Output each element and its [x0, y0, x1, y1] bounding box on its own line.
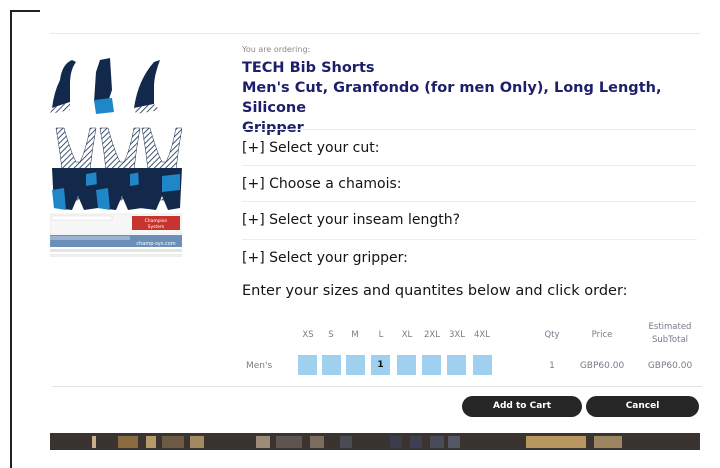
qty-header: Qty — [544, 330, 560, 340]
row-price: GBP60.00 — [579, 361, 625, 371]
size-input-3xl[interactable] — [447, 355, 466, 375]
size-input-2xl[interactable] — [422, 355, 441, 375]
size-instructions: Enter your sizes and quantites below and… — [242, 283, 628, 299]
price-header: Price — [591, 330, 613, 340]
svg-text:Champion: Champion — [145, 218, 168, 224]
background-content-strip — [50, 433, 700, 450]
size-input-xl[interactable] — [397, 355, 416, 375]
svg-text:System: System — [148, 224, 165, 230]
size-header-l: L — [378, 330, 384, 340]
add-to-cart-button[interactable]: Add to Cart — [462, 396, 582, 417]
product-options-summary: Men's Cut, Granfondo (for men Only), Lon… — [242, 80, 662, 116]
row-subtotal: GBP60.00 — [647, 361, 693, 371]
size-input-4xl[interactable] — [473, 355, 492, 375]
size-header-xs: XS — [302, 330, 314, 340]
size-input-l[interactable]: 1 — [371, 355, 390, 375]
corner-frame — [10, 10, 40, 468]
size-input-xs[interactable] — [298, 355, 317, 375]
size-header-4xl: 4XL — [474, 330, 490, 340]
bottom-divider — [52, 386, 702, 387]
ordering-label: You are ordering: — [242, 45, 311, 54]
cancel-button[interactable]: Cancel — [586, 396, 699, 417]
size-header-2xl: 2XL — [424, 330, 440, 340]
row-qty: 1 — [549, 361, 555, 371]
product-title: TECH Bib Shorts Men's Cut, Granfondo (fo… — [242, 58, 707, 138]
select-gripper-toggle[interactable]: [+] Select your gripper: — [242, 239, 697, 275]
size-header-m: M — [351, 330, 359, 340]
select-inseam-toggle[interactable]: [+] Select your inseam length? — [242, 201, 697, 237]
product-design-image: Champion System champ-sys.com — [49, 50, 183, 262]
size-input-m[interactable] — [346, 355, 365, 375]
select-cut-toggle[interactable]: [+] Select your cut: — [242, 129, 697, 165]
subtotal-header: Estimated SubTotal — [648, 322, 692, 345]
svg-text:champ-sys.com: champ-sys.com — [136, 241, 175, 247]
size-header-3xl: 3XL — [449, 330, 465, 340]
size-input-s[interactable] — [322, 355, 341, 375]
row-label-mens: Men's — [246, 361, 273, 371]
size-header-xl: XL — [401, 330, 413, 340]
product-name: TECH Bib Shorts — [242, 60, 375, 76]
top-divider — [50, 33, 700, 34]
choose-chamois-toggle[interactable]: [+] Choose a chamois: — [242, 165, 697, 201]
size-header-s: S — [328, 330, 334, 340]
